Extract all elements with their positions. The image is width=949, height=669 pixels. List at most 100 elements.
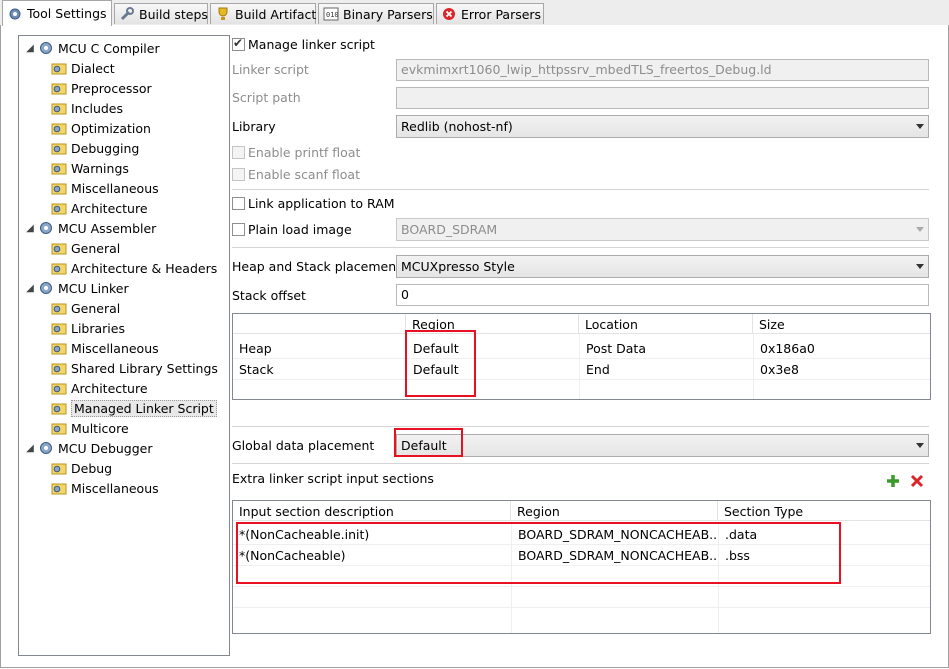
heap-stack-select[interactable]: MCUXpresso Style xyxy=(396,255,929,278)
tree-item[interactable]: Shared Library Settings xyxy=(51,358,218,378)
tree-item[interactable]: General xyxy=(51,298,120,318)
tab-build-steps[interactable]: Build steps xyxy=(114,3,208,24)
table-cell[interactable]: BOARD_SDRAM_NONCACHEAB... xyxy=(512,524,718,545)
column-header[interactable]: Size xyxy=(753,314,930,334)
collapse-icon[interactable]: ◢ xyxy=(25,43,35,54)
column-header[interactable]: Section Type xyxy=(718,501,930,521)
table-cell[interactable]: Post Data xyxy=(580,338,753,359)
settings-page-icon xyxy=(51,343,67,355)
library-select[interactable]: Redlib (nohost-nf) xyxy=(396,115,929,138)
heap-stack-table[interactable]: Region Location Size Heap Default Post D… xyxy=(232,313,931,400)
tree-item[interactable]: Architecture xyxy=(51,378,148,398)
gear-icon xyxy=(40,222,52,234)
plain-load-checkbox[interactable] xyxy=(232,223,245,236)
gear-icon xyxy=(40,282,52,294)
chevron-down-icon xyxy=(916,264,924,269)
tree-group[interactable]: ◢ MCU C Compiler xyxy=(25,38,159,58)
manage-linker-script-label: Manage linker script xyxy=(248,37,375,52)
tree-item[interactable]: Libraries xyxy=(51,318,125,338)
collapse-icon[interactable]: ◢ xyxy=(25,223,35,234)
tree-group[interactable]: ◢ MCU Linker xyxy=(25,278,129,298)
table-cell[interactable]: .bss xyxy=(719,545,930,566)
settings-tree[interactable]: ◢ MCU C Compiler Dialect Preprocessor Includ… xyxy=(18,35,230,656)
tree-group[interactable]: ◢ MCU Assembler xyxy=(25,218,156,238)
tree-item[interactable]: Miscellaneous xyxy=(51,478,159,498)
stack-offset-label: Stack offset xyxy=(232,288,306,303)
script-path-field[interactable] xyxy=(396,87,929,109)
tree-item[interactable]: Debug xyxy=(51,458,112,478)
heap-stack-value: MCUXpresso Style xyxy=(401,259,515,274)
tree-item[interactable]: Architecture xyxy=(51,198,148,218)
table-cell[interactable]: .data xyxy=(719,524,930,545)
table-cell[interactable]: Default xyxy=(407,338,579,359)
settings-page-icon xyxy=(51,243,67,255)
tree-item-label: Miscellaneous xyxy=(71,340,159,356)
linker-script-field[interactable]: evkmimxrt1060_lwip_httpssrv_mbedTLS_free… xyxy=(396,59,929,81)
tree-item[interactable]: Miscellaneous xyxy=(51,178,159,198)
tab-label: Build steps xyxy=(139,6,208,22)
table-cell[interactable]: Default xyxy=(407,359,579,380)
table-cell[interactable]: Heap xyxy=(233,338,406,359)
table-cell[interactable]: *(NonCacheable) xyxy=(233,545,511,566)
tree-item[interactable]: Architecture & Headers xyxy=(51,258,217,278)
tree-group[interactable]: ◢ MCU Debugger xyxy=(25,438,152,458)
settings-page-icon xyxy=(51,123,67,135)
tree-item[interactable]: Includes xyxy=(51,98,123,118)
column-header[interactable] xyxy=(233,314,406,334)
tree-item[interactable]: Multicore xyxy=(51,418,129,438)
tree-item[interactable]: Miscellaneous xyxy=(51,338,159,358)
link-to-ram-checkbox[interactable] xyxy=(232,197,245,210)
tree-group-label: MCU Linker xyxy=(58,280,129,296)
column-header[interactable]: Region xyxy=(511,501,718,521)
tree-item[interactable]: Dialect xyxy=(51,58,115,78)
collapse-icon[interactable]: ◢ xyxy=(25,443,35,454)
settings-page-icon xyxy=(51,83,67,95)
settings-page-icon xyxy=(51,183,67,195)
gear-icon xyxy=(9,8,21,19)
link-to-ram-label: Link application to RAM xyxy=(248,196,395,211)
table-cell[interactable]: BOARD_SDRAM_NONCACHEAB... xyxy=(512,545,718,566)
settings-page-icon xyxy=(51,483,67,495)
table-cell[interactable]: Stack xyxy=(233,359,406,380)
tree-item-label: General xyxy=(71,240,121,256)
settings-page-icon xyxy=(51,103,67,115)
table-cell[interactable]: 0x3e8 xyxy=(754,359,930,380)
chevron-down-icon xyxy=(916,227,924,232)
extra-sections-label: Extra linker script input sections xyxy=(232,471,434,486)
library-label: Library xyxy=(232,119,276,134)
table-cell[interactable]: *(NonCacheable.init) xyxy=(233,524,511,545)
gear-icon xyxy=(40,442,52,454)
scanf-float-checkbox[interactable] xyxy=(232,168,245,181)
sections-table[interactable]: Input section description Region Section… xyxy=(232,500,931,634)
add-icon[interactable] xyxy=(886,474,900,488)
tab-binary-parsers[interactable]: 010 Binary Parsers xyxy=(318,3,434,24)
tree-item[interactable]: General xyxy=(51,238,120,258)
tree-item-label: Managed Linker Script xyxy=(71,399,217,417)
settings-page-icon xyxy=(51,203,67,215)
tab-error-parsers[interactable]: Error Parsers xyxy=(436,3,544,24)
tree-item[interactable]: Warnings xyxy=(51,158,129,178)
collapse-icon[interactable]: ◢ xyxy=(25,283,35,294)
tree-item[interactable]: Preprocessor xyxy=(51,78,152,98)
table-cell[interactable]: End xyxy=(580,359,753,380)
column-header[interactable]: Location xyxy=(579,314,753,334)
tree-item[interactable]: Debugging xyxy=(51,138,139,158)
manage-linker-script-checkbox[interactable] xyxy=(232,36,245,51)
tab-label: Binary Parsers xyxy=(343,6,433,22)
settings-page-icon xyxy=(51,463,67,475)
column-header[interactable]: Input section description xyxy=(233,501,511,521)
column-header[interactable]: Region xyxy=(406,314,579,334)
script-path-label: Script path xyxy=(232,90,301,105)
printf-float-checkbox[interactable] xyxy=(232,146,245,159)
tab-tool-settings[interactable]: Tool Settings xyxy=(2,0,112,26)
global-data-select[interactable]: Default xyxy=(396,434,929,457)
tree-item[interactable]: Optimization xyxy=(51,118,151,138)
tree-item[interactable]: Managed Linker Script xyxy=(51,398,217,418)
plain-load-select[interactable]: BOARD_SDRAM xyxy=(396,218,929,241)
trophy-icon xyxy=(218,7,228,20)
tab-build-artifact[interactable]: Build Artifact xyxy=(210,3,316,24)
remove-icon[interactable] xyxy=(910,474,924,488)
table-cell[interactable]: 0x186a0 xyxy=(754,338,930,359)
tab-label: Tool Settings xyxy=(27,6,107,21)
stack-offset-field[interactable]: 0 xyxy=(396,284,929,306)
